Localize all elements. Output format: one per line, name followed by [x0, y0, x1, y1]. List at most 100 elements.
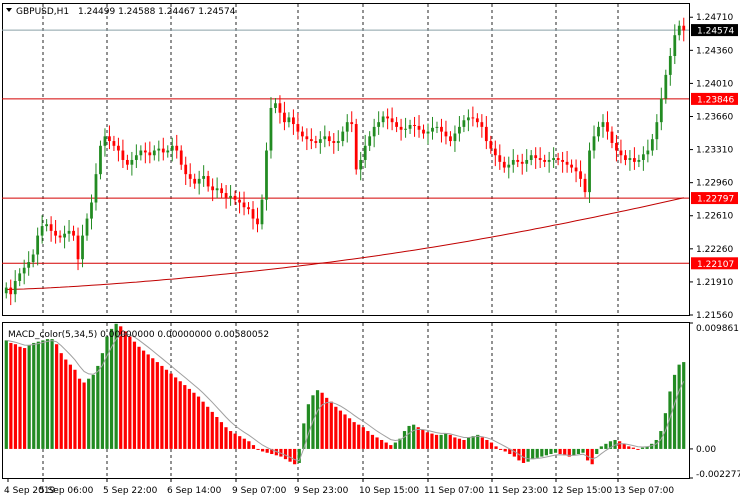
candle-body [265, 150, 268, 200]
macd-bar [55, 344, 59, 449]
candle-body [682, 25, 686, 31]
macd-bar [27, 345, 31, 449]
candle-body [350, 122, 354, 125]
macd-bar [334, 406, 338, 449]
candle-body [619, 150, 623, 156]
candle-body [269, 107, 273, 151]
candle-body [274, 103, 277, 108]
macd-bar [187, 388, 191, 449]
macd-bar [430, 433, 434, 449]
candle-body [525, 159, 529, 164]
macd-bar [288, 448, 292, 462]
candle-body [673, 35, 677, 56]
candle-body [283, 112, 286, 123]
candle-body [449, 136, 452, 142]
macd-bar [393, 442, 397, 449]
macd-bar [366, 431, 370, 449]
macd-bar [123, 331, 127, 449]
macd-bar [22, 348, 27, 449]
candle-body [166, 150, 170, 153]
macd-bar [585, 448, 590, 461]
price-tick-label: 1.23310 [696, 146, 733, 156]
macd-bar [640, 447, 645, 449]
macd-bar [338, 410, 343, 449]
candle-body [27, 262, 31, 268]
candle-body [229, 195, 232, 198]
macd-bar [201, 401, 205, 449]
candle-body [668, 55, 672, 75]
indicator-tick-label: 0.00 [696, 445, 716, 455]
macd-bar [183, 385, 187, 449]
candle-body [108, 136, 111, 142]
macd-bar [499, 448, 503, 450]
macd-bar [402, 431, 407, 449]
macd-bar [677, 364, 681, 449]
candle-body [345, 122, 349, 132]
time-tick-label: 6 Sep 14:00 [167, 486, 222, 496]
macd-bar [247, 441, 251, 449]
macd-bar [544, 448, 548, 456]
candle-body [664, 74, 668, 99]
macd-bar [549, 448, 553, 455]
time-tick-label: 5 Sep 06:00 [39, 486, 94, 496]
macd-bar [604, 443, 608, 449]
macd-bar [622, 443, 626, 449]
candle-body [498, 155, 502, 162]
candle-body [130, 159, 134, 165]
candle-body [134, 155, 138, 160]
macd-bar [618, 441, 622, 449]
macd-bar [448, 434, 452, 449]
candle-body [444, 131, 448, 137]
candle-body [404, 128, 407, 130]
candle-body [300, 131, 304, 137]
candle-body [615, 142, 618, 151]
candle-body [63, 233, 66, 238]
candle-body [650, 139, 654, 151]
macd-bar [384, 442, 388, 449]
candle-body [125, 159, 129, 165]
candle-body [233, 195, 237, 200]
candle-body [579, 171, 582, 179]
candle-body [511, 159, 515, 165]
candle-body [296, 124, 300, 132]
macd-bar [540, 448, 544, 457]
candle-body [413, 124, 416, 126]
candle-body [341, 131, 345, 142]
macd-bar [599, 446, 603, 449]
macd-bar [32, 342, 36, 449]
candle-body [256, 218, 259, 225]
indicator-tick-label: 0.0098611 [696, 324, 740, 334]
candle-body [516, 159, 520, 162]
candle-body [588, 150, 591, 193]
macd-bar [261, 448, 265, 452]
candle-body [408, 124, 412, 129]
candle-body [646, 150, 650, 155]
candle-body [606, 122, 609, 132]
macd-bar [380, 439, 384, 449]
price-tick-label: 1.21910 [696, 278, 733, 288]
candle-body [552, 158, 556, 160]
candle-body [547, 159, 551, 162]
candle-body [641, 154, 645, 160]
macd-bar [155, 362, 159, 449]
candle-body [435, 126, 439, 128]
candle-body [395, 122, 398, 127]
candle-body [309, 139, 313, 142]
macd-bar [572, 448, 576, 456]
macd-bar [219, 422, 224, 449]
macd-bar [206, 406, 210, 449]
macd-bar [265, 448, 269, 453]
candle-body [655, 122, 659, 140]
candle-body [179, 150, 183, 165]
indicator-label: MACD_color(5,34,5) 0.00000000 0.00000000… [8, 330, 269, 340]
macd-bar [18, 346, 22, 449]
candle-body [458, 126, 461, 134]
candle-body [242, 202, 246, 208]
price-tick-label: 1.24360 [696, 46, 733, 56]
macd-bar [91, 374, 95, 449]
candle-body [81, 235, 84, 260]
chart-ohlc: 1.24499 1.24588 1.24467 1.24574 [78, 7, 236, 17]
trading-chart[interactable]: 1.24710 1.24360 1.24010 1.23660 1.23310 1.229… [0, 0, 740, 500]
macd-bar [196, 396, 201, 449]
macd-bar [146, 354, 150, 449]
